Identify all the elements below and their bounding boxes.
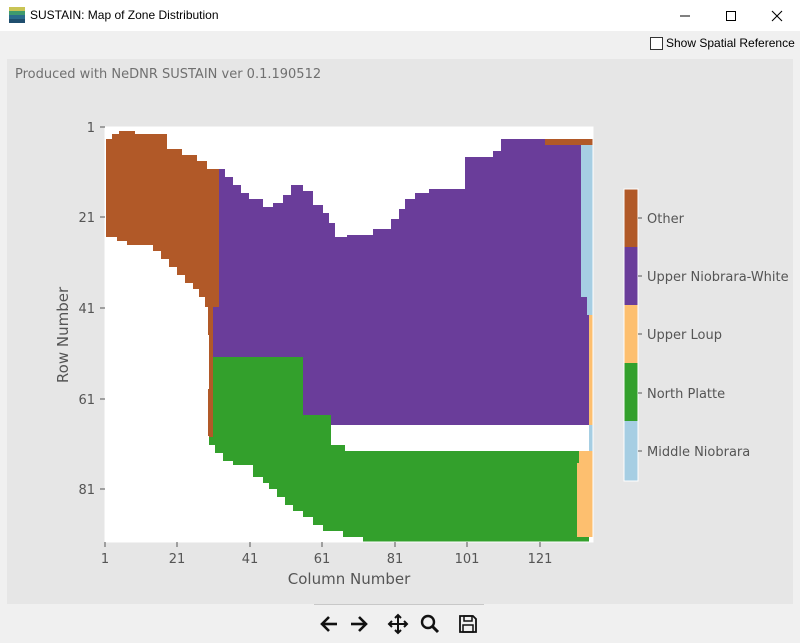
x-tick-label: 101 (455, 552, 480, 567)
pan-icon (387, 613, 409, 635)
y-tick-label: 1 (87, 121, 95, 136)
y-tick-label: 41 (78, 302, 95, 317)
forward-button[interactable] (346, 611, 372, 637)
save-button[interactable] (455, 611, 481, 637)
y-axis-label: Row Number (54, 286, 72, 383)
title-bar: SUSTAIN: Map of Zone Distribution (0, 0, 800, 31)
y-tick-label: 21 (78, 211, 95, 226)
zone-other-top-right (545, 139, 593, 145)
minimize-button[interactable] (662, 0, 708, 31)
colorbar-label: Upper Niobrara-White (647, 270, 789, 285)
zone-map-chart: Produced with NeDNR SUSTAIN ver 0.1.1905… (15, 67, 789, 588)
options-bar: Show Spatial Reference (0, 31, 800, 59)
window-title: SUSTAIN: Map of Zone Distribution (30, 8, 219, 22)
colorbar-label: Other (647, 212, 685, 227)
zoom-icon (420, 614, 440, 634)
arrow-left-icon (320, 616, 337, 632)
colorbar-swatch-other (624, 189, 638, 247)
close-icon (771, 10, 783, 21)
pan-button[interactable] (385, 611, 411, 637)
x-tick-label: 21 (169, 552, 186, 567)
colorbar-swatch-upper-niobrara-white (624, 247, 638, 305)
x-tick-label: 61 (314, 552, 331, 567)
toolbar-divider (314, 604, 484, 605)
maximize-button[interactable] (708, 0, 754, 31)
back-button[interactable] (316, 611, 342, 637)
close-button[interactable] (754, 0, 800, 31)
zone-other-small (208, 389, 213, 436)
x-axis-label: Column Number (288, 570, 411, 588)
x-tick-label: 1 (101, 552, 109, 567)
minimize-icon (680, 15, 690, 16)
x-axis: 1 21 41 61 81 101 121 Column Number (101, 542, 553, 588)
zone-middle-niobrara-region (581, 145, 593, 315)
colorbar-label: North Platte (647, 387, 725, 402)
colorbar-swatch-upper-loup (624, 305, 638, 363)
colorbar-label: Upper Loup (647, 328, 722, 343)
colorbar-swatch-middle-niobrara (624, 421, 638, 481)
navigation-toolbar (0, 604, 800, 643)
zone-upper-loup-region-2 (577, 451, 593, 537)
colorbar-label: Middle Niobrara (647, 445, 750, 460)
produced-with-text: Produced with NeDNR SUSTAIN ver 0.1.1905… (15, 67, 321, 82)
y-tick-label: 81 (78, 483, 95, 498)
x-tick-label: 121 (528, 552, 553, 567)
colorbar-swatch-north-platte (624, 363, 638, 421)
save-icon (459, 615, 477, 633)
maximize-icon (726, 10, 736, 21)
show-spatial-reference-label[interactable]: Show Spatial Reference (666, 36, 795, 50)
colorbar: Other Upper Niobrara-White Upper Loup No… (623, 188, 789, 482)
y-tick-label: 61 (78, 393, 95, 408)
zone-middle-niobrara-small (589, 425, 593, 451)
x-tick-label: 41 (242, 552, 259, 567)
show-spatial-reference-checkbox[interactable] (650, 37, 663, 50)
figure-canvas: Produced with NeDNR SUSTAIN ver 0.1.1905… (7, 59, 793, 604)
app-icon (9, 7, 25, 23)
zone-upper-loup-region-1 (589, 315, 593, 425)
zoom-button[interactable] (417, 611, 443, 637)
arrow-right-icon (351, 616, 368, 632)
x-tick-label: 81 (387, 552, 404, 567)
y-axis: 1 21 41 61 81 Row Number (54, 121, 105, 498)
